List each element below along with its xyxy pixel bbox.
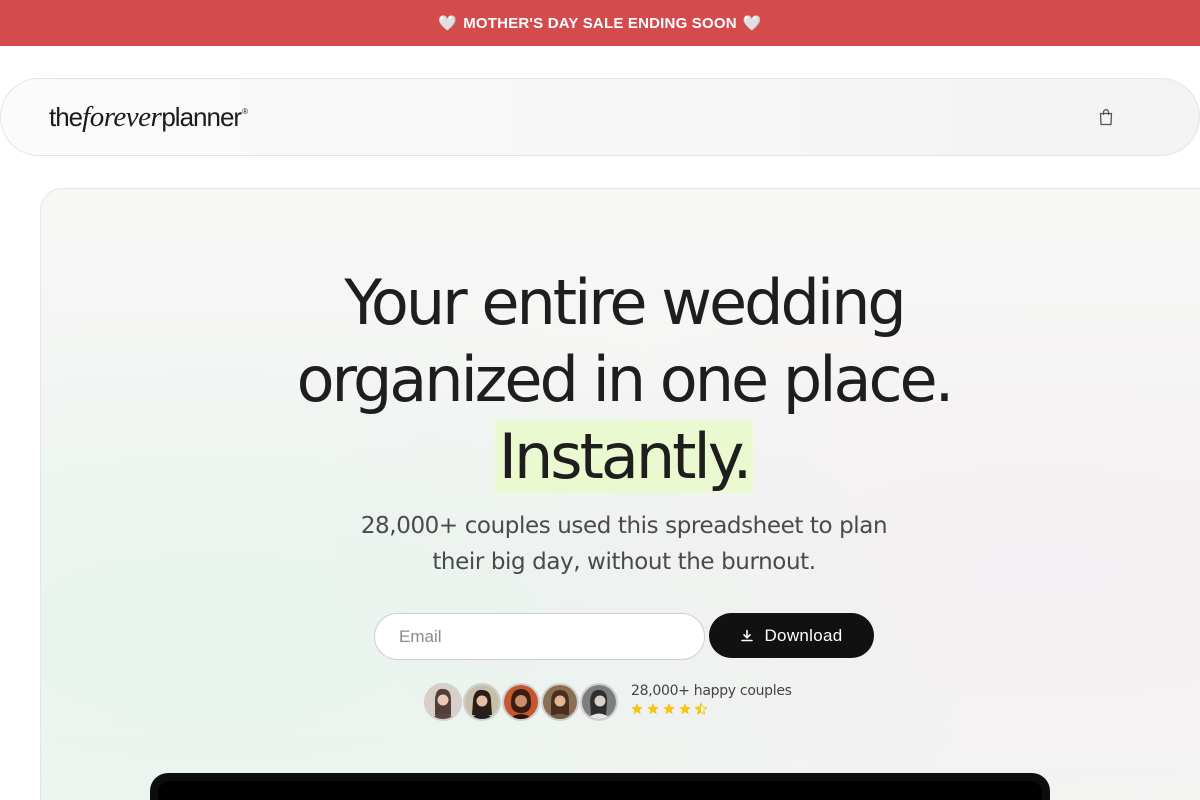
- subheadline-line-2: their big day, without the burnout.: [432, 549, 816, 575]
- heart-icon: 🤍: [438, 15, 458, 32]
- star-rating: [630, 702, 708, 716]
- subheadline-line-1: 28,000+ couples used this spreadsheet to…: [360, 513, 888, 539]
- logo-part-planner: planner: [161, 102, 242, 132]
- download-button[interactable]: Download: [709, 613, 874, 658]
- headline-line-1: Your entire wedding: [344, 266, 906, 339]
- heart-icon: 🤍: [742, 15, 762, 32]
- avatar: [424, 683, 462, 721]
- headline-highlight: Instantly.: [494, 420, 754, 493]
- cart-button[interactable]: [1095, 103, 1117, 131]
- product-preview-device: [150, 773, 1050, 800]
- download-label: Download: [764, 625, 843, 645]
- star-icon: [663, 703, 675, 715]
- social-proof-text: 28,000+ happy couples: [631, 683, 792, 699]
- avatar: [463, 683, 501, 721]
- registered-mark: ®: [242, 107, 248, 116]
- announcement-text: MOTHER'S DAY SALE ENDING SOON: [463, 14, 737, 32]
- email-input[interactable]: [374, 613, 705, 660]
- download-icon: [741, 629, 754, 641]
- site-header: the forever planner ®: [0, 78, 1200, 156]
- headline-line-2: organized in one place.: [296, 343, 955, 416]
- hero-subheadline: 28,000+ couples used this spreadsheet to…: [0, 508, 1200, 580]
- brand-logo[interactable]: the forever planner ®: [49, 101, 248, 135]
- avatar: [541, 683, 579, 721]
- star-icon: [679, 703, 691, 715]
- avatar: [502, 683, 540, 721]
- star-icon: [647, 703, 659, 715]
- logo-part-the: the: [49, 102, 83, 132]
- logo-part-forever: forever: [82, 101, 162, 133]
- hero-headline: Your entire wedding organized in one pla…: [0, 264, 1200, 495]
- star-icon: [631, 703, 643, 715]
- shopping-bag-icon: [1099, 109, 1113, 126]
- announcement-bar: 🤍 MOTHER'S DAY SALE ENDING SOON 🤍: [0, 0, 1200, 46]
- device-screen: [158, 781, 1042, 800]
- half-star-icon: [694, 702, 708, 715]
- avatar: [580, 683, 618, 721]
